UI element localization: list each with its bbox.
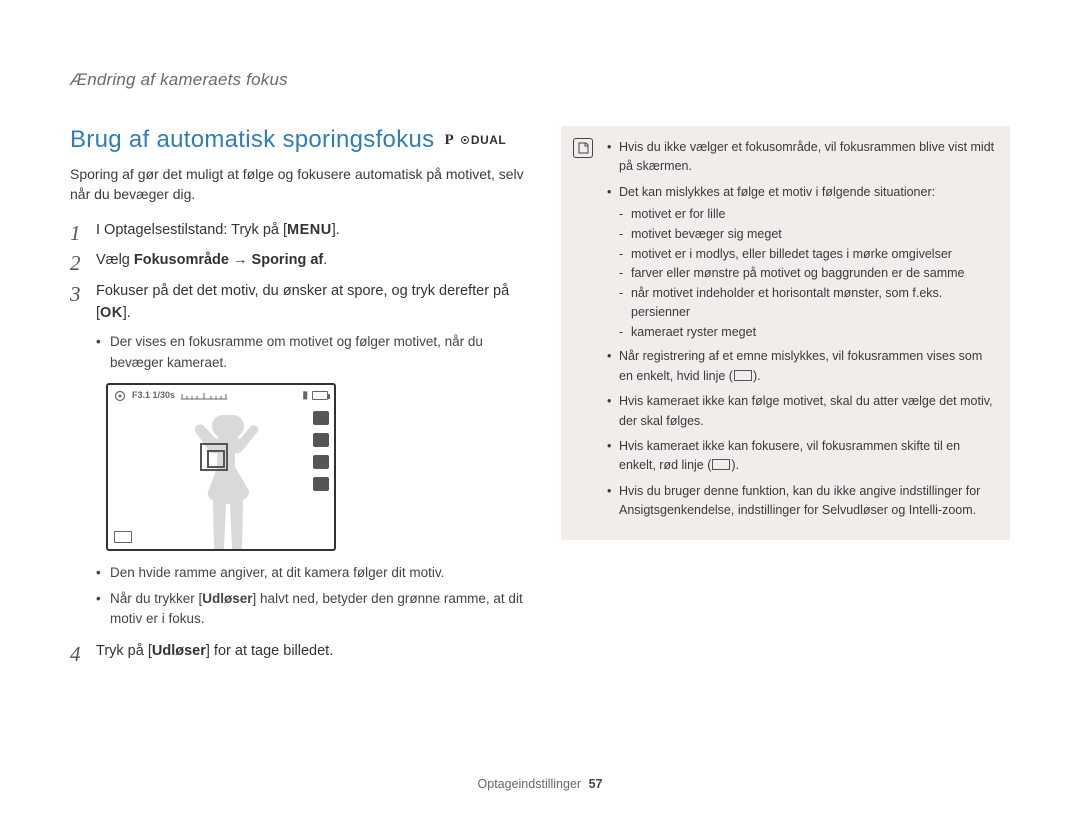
- mode-mini-icon: [114, 390, 126, 402]
- ok-key-label: OK: [100, 305, 123, 321]
- white-frame-icon: [734, 370, 752, 381]
- menu-key-label: MENU: [287, 222, 332, 238]
- situation-4: farver eller mønstre på motivet og baggr…: [619, 264, 996, 283]
- intro-paragraph: Sporing af gør det muligt at følge og fo…: [70, 164, 525, 205]
- section-title: Brug af automatisk sporingsfokus P DUAL: [70, 126, 525, 154]
- lcd-topbar: F3.1 1/30s: [114, 389, 328, 403]
- step-3-note-2: Den hvide ramme angiver, at dit kamera f…: [96, 563, 525, 583]
- step-3-note-3: Når du trykker [Udløser] halvt ned, bety…: [96, 589, 525, 630]
- battery-icon: [312, 391, 328, 400]
- info-item-5: Hvis kameraet ikke kan fokusere, vil fok…: [607, 437, 996, 476]
- right-column: Hvis du ikke vælger et fokusområde, vil …: [561, 126, 1010, 540]
- info-item-1: Hvis du ikke vælger et fokusområde, vil …: [607, 138, 996, 177]
- manual-page: Ændring af kameraets fokus Brug af autom…: [0, 0, 1080, 815]
- step-1: I Optagelsestilstand: Tryk på [MENU].: [70, 219, 525, 241]
- situation-3: motivet er i modlys, eller billedet tage…: [619, 245, 996, 264]
- breadcrumb: Ændring af kameraets fokus: [70, 70, 1010, 90]
- lcd-icon-3: [313, 455, 329, 469]
- lcd-icon-1: [313, 411, 329, 425]
- situation-6: kameraet ryster meget: [619, 323, 996, 342]
- step-3: Fokuser på det det motiv, du ønsker at s…: [70, 280, 525, 630]
- red-frame-icon: [712, 459, 730, 470]
- step-3-note-1: Der vises en fokusramme om motivet og fø…: [96, 332, 525, 373]
- lcd-exposure-text: F3.1 1/30s: [132, 389, 175, 403]
- footer-page-number: 57: [589, 777, 603, 791]
- mode-dual-icon: DUAL: [460, 133, 506, 147]
- person-silhouette-icon: [177, 409, 287, 549]
- footer-section-label: Optageindstillinger: [478, 777, 582, 791]
- mode-badges: P DUAL: [444, 132, 506, 149]
- situation-5: når motivet indeholder et horisontalt mø…: [619, 284, 996, 322]
- section-title-text: Brug af automatisk sporingsfokus: [70, 126, 434, 154]
- left-column: Brug af automatisk sporingsfokus P DUAL …: [70, 126, 525, 670]
- lcd-bottom-left-icon: [114, 531, 132, 543]
- step-3-notes-after: Den hvide ramme angiver, at dit kamera f…: [96, 563, 525, 630]
- content-columns: Brug af automatisk sporingsfokus P DUAL …: [70, 126, 1010, 670]
- info-situation-list: motivet er for lille motivet bevæger sig…: [619, 205, 996, 341]
- page-footer: Optageindstillinger 57: [0, 777, 1080, 791]
- situation-1: motivet er for lille: [619, 205, 996, 224]
- step-4: Tryk på [Udløser] for at tage billedet.: [70, 640, 525, 662]
- lcd-exposure-scale-icon: [181, 392, 227, 400]
- steps-list: I Optagelsestilstand: Tryk på [MENU]. Væ…: [70, 219, 525, 663]
- focus-frame-icon: [200, 443, 228, 471]
- info-item-4: Hvis kameraet ikke kan følge motivet, sk…: [607, 392, 996, 431]
- step-3-notes: Der vises en fokusramme om motivet og fø…: [96, 332, 525, 373]
- lcd-icon-4: [313, 477, 329, 491]
- info-item-3: Når registrering af et emne mislykkes, v…: [607, 347, 996, 386]
- info-item-6: Hvis du bruger denne funktion, kan du ik…: [607, 482, 996, 521]
- info-box: Hvis du ikke vælger et fokusområde, vil …: [561, 126, 1010, 540]
- camera-screen-illustration: F3.1 1/30s: [106, 383, 336, 551]
- note-icon: [573, 138, 593, 158]
- lcd-icon-2: [313, 433, 329, 447]
- mode-p-icon: P: [444, 132, 453, 149]
- lcd-side-icons: [313, 411, 329, 491]
- info-item-2: Det kan mislykkes at følge et motiv i fø…: [607, 183, 996, 342]
- situation-2: motivet bevæger sig meget: [619, 225, 996, 244]
- step-2: Vælg Fokusområde → Sporing af.: [70, 249, 525, 271]
- info-list: Hvis du ikke vælger et fokusområde, vil …: [607, 138, 996, 520]
